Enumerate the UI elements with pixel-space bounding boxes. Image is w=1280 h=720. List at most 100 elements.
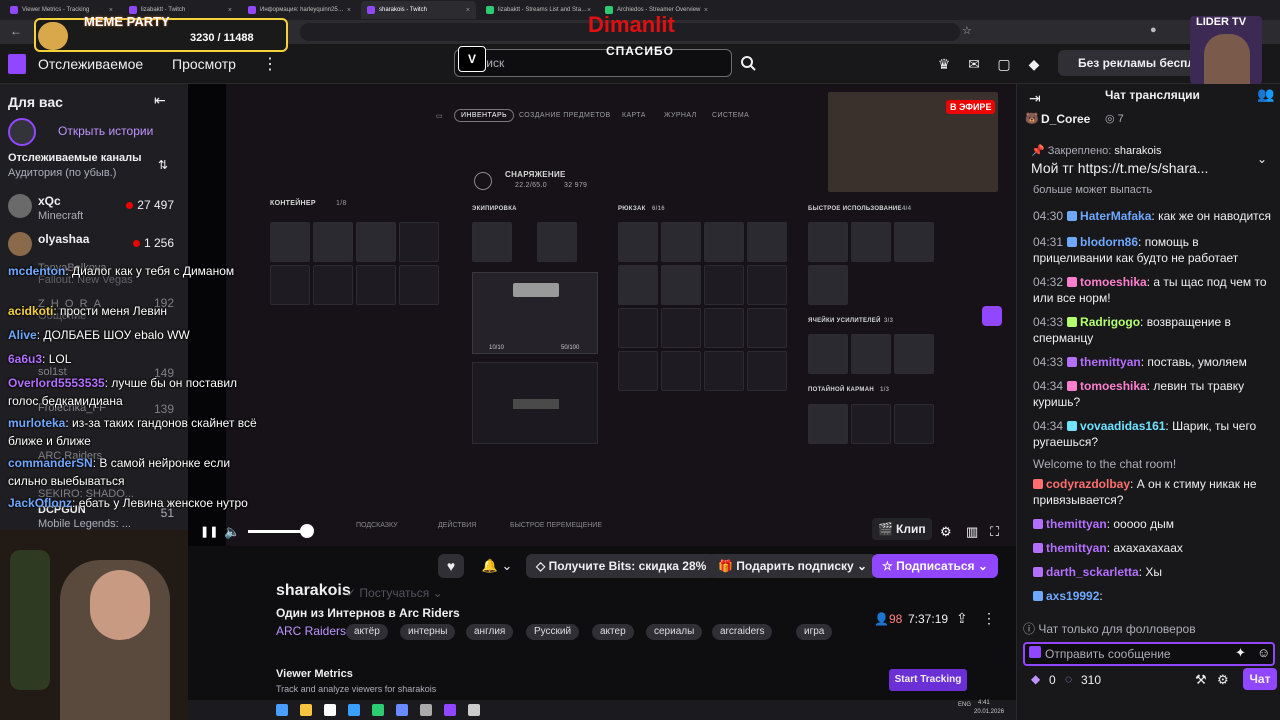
nav-following[interactable]: Отслеживаемое — [38, 56, 143, 72]
backpack-title: РЮКЗАК — [618, 206, 646, 212]
overlay-chat-user: Alive — [8, 328, 37, 342]
taskbar-app-icon[interactable] — [396, 704, 408, 716]
tag-pill[interactable]: сериалы — [646, 624, 703, 640]
more-options-icon[interactable]: ⋮ — [982, 610, 996, 627]
bits-icon[interactable]: ◆ — [1026, 56, 1042, 72]
chat-username[interactable]: codyrazdolbay — [1046, 477, 1130, 491]
chat-username[interactable]: Radrigogo — [1080, 315, 1140, 329]
volume-slider[interactable] — [248, 530, 308, 533]
search-icon[interactable] — [734, 49, 762, 77]
taskbar-app-icon[interactable] — [300, 704, 312, 716]
profile-icon[interactable]: ● — [1150, 24, 1157, 36]
fullscreen-icon[interactable]: ⛶ — [990, 522, 999, 542]
close-tab-icon[interactable]: × — [228, 7, 232, 14]
bits-balance-icon[interactable]: ◆ — [1031, 672, 1040, 686]
open-stories-link[interactable]: Открыть истории — [58, 124, 153, 138]
inventory-item-slot — [851, 222, 891, 262]
taskbar-app-icon[interactable] — [324, 704, 336, 716]
channel-name[interactable]: sharakois — [276, 582, 351, 600]
sort-icon[interactable]: ⇅ — [158, 158, 168, 172]
no-ads-button[interactable]: Без рекламы бесплатно — [1058, 50, 1198, 76]
inventory-item-slot — [704, 222, 744, 262]
settings-icon[interactable]: ⚙ — [940, 522, 952, 542]
emote-picker-icon[interactable]: ☺ — [1257, 645, 1270, 660]
expand-pinned-icon[interactable]: ⌄ — [1257, 152, 1267, 166]
stream-category[interactable]: ARC Raiders — [276, 624, 346, 638]
crown-icon[interactable]: ♛ — [936, 56, 952, 72]
chat-username[interactable]: darth_sckarletta — [1046, 565, 1139, 579]
share-icon[interactable]: ⇪ — [956, 610, 968, 627]
whispers-icon[interactable]: ▢ — [996, 56, 1012, 72]
pause-icon[interactable]: ❚❚ — [200, 522, 218, 542]
chat-username[interactable]: axs19992 — [1046, 589, 1099, 603]
taskbar-app-icon[interactable] — [348, 704, 360, 716]
tag-pill[interactable]: игра — [796, 624, 833, 640]
close-tab-icon[interactable]: × — [466, 7, 470, 14]
stories-icon[interactable] — [8, 118, 36, 146]
subscribe-button[interactable]: ☆ Подписаться ⌄ — [872, 554, 998, 578]
close-tab-icon[interactable]: × — [109, 7, 113, 14]
tag-pill[interactable]: Русский — [526, 624, 580, 640]
channel-points-icon[interactable]: ◌ — [1065, 672, 1072, 686]
clip-button[interactable]: 🎬 Клип — [872, 518, 932, 540]
hype-icon[interactable]: ⚒ — [1195, 672, 1207, 688]
chat-username[interactable]: tomoeshika — [1080, 379, 1147, 393]
heart-icon[interactable]: ♥ — [438, 554, 464, 578]
followers-only-notice: ⓘ Чат только для фолловеров — [1023, 622, 1196, 636]
tag-pill[interactable]: актёр — [346, 624, 388, 640]
mail-icon[interactable]: ✉ — [966, 56, 982, 72]
chat-username[interactable]: HaterMafaka — [1080, 209, 1151, 223]
send-chat-button[interactable]: Чат — [1243, 668, 1277, 690]
chat-message: axs19992: — [1033, 588, 1273, 604]
chat-username[interactable]: themittyan — [1080, 355, 1141, 369]
cut-message: больше может выпасть — [1033, 184, 1153, 196]
user-badge-icon — [1067, 211, 1078, 221]
tag-pill[interactable]: актер — [592, 624, 634, 640]
search-input[interactable]: Поиск — [454, 49, 732, 77]
chat-username[interactable]: themittyan — [1046, 541, 1107, 555]
tag-pill[interactable]: arcraiders — [712, 624, 773, 640]
extension-icon[interactable] — [982, 306, 1002, 326]
meme-party-title: MEME PARTY — [84, 14, 170, 29]
taskbar-app-icon[interactable] — [468, 704, 480, 716]
notification-bell-icon[interactable]: 🔔 ⌄ — [472, 554, 522, 578]
theatre-mode-icon[interactable]: ▥ — [966, 522, 978, 542]
taskbar-app-icon[interactable] — [372, 704, 384, 716]
collapse-chat-icon[interactable]: ⇥ — [1029, 90, 1041, 107]
gifter-avatar-icon: 🐻 — [1025, 113, 1039, 125]
gift-sub-button[interactable]: 🎁 Подарить подписку ⌄ — [708, 554, 878, 578]
chat-users-icon[interactable]: 👥 — [1257, 86, 1274, 103]
taskbar-app-icon[interactable] — [444, 704, 456, 716]
tag-pill[interactable]: англия — [466, 624, 514, 640]
start-tracking-button[interactable]: Start Tracking — [889, 669, 967, 691]
star-icon[interactable]: ☆ — [962, 24, 972, 37]
taskbar-app-icon[interactable] — [420, 704, 432, 716]
bits-cheer-icon[interactable]: ✦ — [1235, 645, 1246, 661]
taskbar-app-icon[interactable] — [276, 704, 288, 716]
inventory-item-slot — [894, 222, 934, 262]
chat-username[interactable]: vovaadidas161 — [1080, 419, 1165, 433]
tag-pill[interactable]: интерны — [400, 624, 456, 640]
nav-browse[interactable]: Просмотр — [172, 56, 236, 72]
chat-username[interactable]: themittyan — [1046, 517, 1107, 531]
more-icon[interactable]: ⋮ — [262, 54, 278, 74]
sidebar-channel-xqc[interactable]: xQc Minecraft 27 497 — [0, 190, 188, 228]
back-icon[interactable]: ← — [10, 24, 22, 38]
chat-text: ахахахахаах — [1113, 541, 1183, 555]
browser-tab[interactable]: Информация: harleyquinn25… × — [242, 1, 357, 19]
chat-username[interactable]: blodorn86 — [1080, 235, 1138, 249]
browser-tab[interactable]: lizabaktt - Streams List and Sta… × — [480, 1, 595, 19]
pinned-message[interactable]: 📌 Закреплено: sharakois Мой тг https://t… — [1023, 140, 1273, 182]
browser-tab[interactable]: sharakois - Twitch × — [361, 1, 476, 19]
volume-handle[interactable] — [300, 524, 314, 538]
video-player[interactable]: ▭ ИНВЕНТАРЬ СОЗДАНИЕ ПРЕДМЕТОВ КАРТА ЖУР… — [188, 84, 1016, 546]
get-bits-button[interactable]: ◇ Получите Bits: скидка 28% — [526, 554, 717, 578]
close-tab-icon[interactable]: × — [347, 7, 351, 14]
twitch-logo-icon[interactable] — [8, 54, 26, 74]
chat-username[interactable]: tomoeshika — [1080, 275, 1147, 289]
close-tab-icon[interactable]: × — [704, 7, 708, 14]
chat-settings-icon[interactable]: ⚙ — [1217, 672, 1229, 688]
volume-icon[interactable]: 🔈 — [224, 522, 240, 542]
chat-input[interactable]: Отправить сообщение ✦ ☺ — [1023, 642, 1275, 666]
collapse-icon[interactable]: ⇤ — [154, 92, 166, 109]
